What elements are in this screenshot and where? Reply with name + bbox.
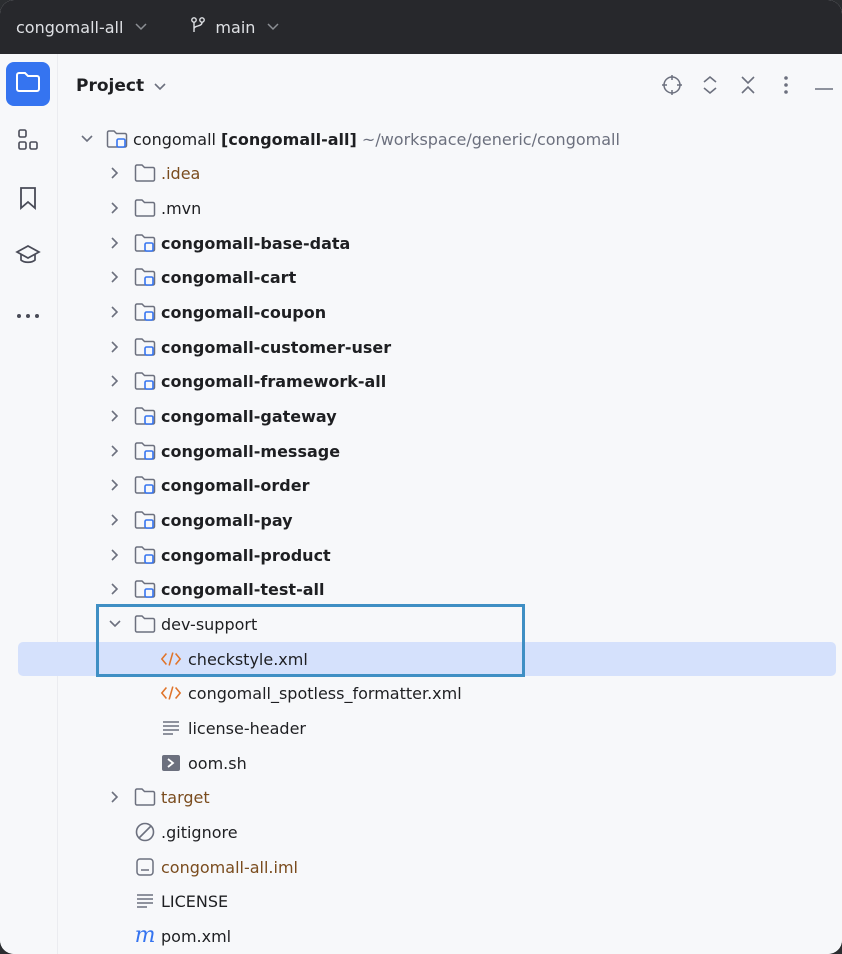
chevron-right-icon[interactable] (108, 790, 122, 804)
tree-row-formatter[interactable]: congomall_spotless_formatter.xml (0, 676, 842, 710)
module-folder-icon (134, 232, 156, 254)
tree-row-module[interactable]: congomall-coupon (0, 295, 842, 329)
tree-row-gitignore[interactable]: .gitignore (0, 815, 842, 849)
tree-row-module[interactable]: congomall-pay (0, 503, 842, 537)
ignore-file-icon (134, 821, 156, 843)
chevron-right-icon[interactable] (108, 478, 122, 492)
module-folder-icon (134, 474, 156, 496)
folder-icon (134, 786, 156, 808)
chevron-right-icon[interactable] (108, 340, 122, 354)
tree-row-iml[interactable]: congomall-all.iml (0, 850, 842, 884)
tree-row-license-header[interactable]: license-header (0, 711, 842, 745)
tree-label-license: LICENSE (161, 891, 229, 911)
tree-row-target[interactable]: target (0, 780, 842, 814)
tree-label-module: congomall-pay (161, 510, 293, 530)
tree-row-module[interactable]: congomall-product (0, 538, 842, 572)
xml-file-icon (160, 648, 182, 670)
tree-label-dev-support: dev-support (161, 614, 258, 634)
tree-label-module: congomall-product (161, 545, 331, 565)
root-path: ~/workspace/generic/congomall (361, 129, 620, 149)
root-module: [congomall-all] (221, 129, 357, 149)
tree-row-root[interactable]: congomall [congomall-all] ~/workspace/ge… (0, 122, 842, 156)
folder-icon (134, 613, 156, 635)
ide-window: congomall-all main Project congomall [co… (0, 0, 842, 954)
xml-file-icon (160, 682, 182, 704)
tree-row-license[interactable]: LICENSE (0, 884, 842, 918)
tree-label-module: congomall-coupon (161, 302, 327, 322)
tree-label-module: congomall-order (161, 475, 310, 495)
tree-label-module: congomall-base-data (161, 233, 351, 253)
shell-script-icon (160, 752, 182, 774)
folder-icon (134, 162, 156, 184)
chevron-right-icon[interactable] (108, 201, 122, 215)
tree-row-module[interactable]: congomall-customer-user (0, 330, 842, 364)
module-folder-icon (134, 370, 156, 392)
tree-label-module: congomall-cart (161, 267, 297, 287)
tree-label-target: target (161, 787, 210, 807)
tree-label-module: congomall-customer-user (161, 337, 392, 357)
chevron-right-icon[interactable] (108, 236, 122, 250)
maven-icon: m (134, 923, 156, 948)
chevron-right-icon[interactable] (108, 166, 122, 180)
tree-row-dev-support[interactable]: dev-support (0, 607, 842, 641)
module-folder-icon (134, 509, 156, 531)
tree-row-oom[interactable]: oom.sh (0, 746, 842, 780)
text-file-icon (160, 717, 182, 739)
tree-label-gitignore: .gitignore (161, 822, 238, 842)
tree-label-iml: congomall-all.iml (161, 857, 298, 877)
tree-label-module: congomall-framework-all (161, 371, 387, 391)
tree-label-module: congomall-message (161, 441, 341, 461)
chevron-right-icon[interactable] (108, 270, 122, 284)
module-folder-icon (134, 301, 156, 323)
tree-label-idea: .idea (161, 163, 201, 183)
folder-icon (134, 197, 156, 219)
text-file-icon (134, 890, 156, 912)
root-name: congomall (133, 129, 216, 149)
tree-row-module[interactable]: congomall-message (0, 434, 842, 468)
module-folder-icon (134, 544, 156, 566)
tree-label-pom: pom.xml (161, 926, 232, 946)
module-folder-icon (134, 405, 156, 427)
tree-label-mvn: .mvn (161, 198, 202, 218)
tree-label-module: congomall-gateway (161, 406, 337, 426)
chevron-right-icon[interactable] (108, 582, 122, 596)
chevron-right-icon[interactable] (108, 548, 122, 562)
module-folder-icon (106, 128, 128, 150)
tree-row-pom[interactable]: m pom.xml (0, 919, 842, 953)
tree-label-root: congomall [congomall-all] ~/workspace/ge… (133, 130, 620, 149)
chevron-down-icon[interactable] (108, 617, 122, 631)
chevron-right-icon[interactable] (108, 305, 122, 319)
chevron-right-icon[interactable] (108, 444, 122, 458)
module-file-icon (134, 856, 156, 878)
chevron-right-icon[interactable] (108, 409, 122, 423)
tree-row-module[interactable]: congomall-cart (0, 260, 842, 294)
module-folder-icon (134, 266, 156, 288)
tree-label-license-header: license-header (188, 718, 306, 738)
module-folder-icon (134, 336, 156, 358)
tree-row-module[interactable]: congomall-base-data (0, 226, 842, 260)
chevron-right-icon[interactable] (108, 374, 122, 388)
module-folder-icon (134, 578, 156, 600)
chevron-down-icon[interactable] (80, 132, 94, 146)
tree-row-idea[interactable]: .idea (0, 156, 842, 190)
tree-row-module[interactable]: congomall-framework-all (0, 364, 842, 398)
project-tree: congomall [congomall-all] ~/workspace/ge… (0, 0, 842, 954)
tree-label-checkstyle: checkstyle.xml (188, 649, 308, 669)
module-folder-icon (134, 440, 156, 462)
tree-label-module: congomall-test-all (161, 579, 325, 599)
tree-row-checkstyle[interactable]: checkstyle.xml (18, 642, 836, 676)
tree-row-module[interactable]: congomall-gateway (0, 399, 842, 433)
tree-row-mvn[interactable]: .mvn (0, 191, 842, 225)
tree-row-module[interactable]: congomall-order (0, 468, 842, 502)
tree-label-oom: oom.sh (188, 753, 247, 773)
chevron-right-icon[interactable] (108, 513, 122, 527)
tree-label-formatter: congomall_spotless_formatter.xml (188, 683, 462, 703)
tree-row-module[interactable]: congomall-test-all (0, 572, 842, 606)
